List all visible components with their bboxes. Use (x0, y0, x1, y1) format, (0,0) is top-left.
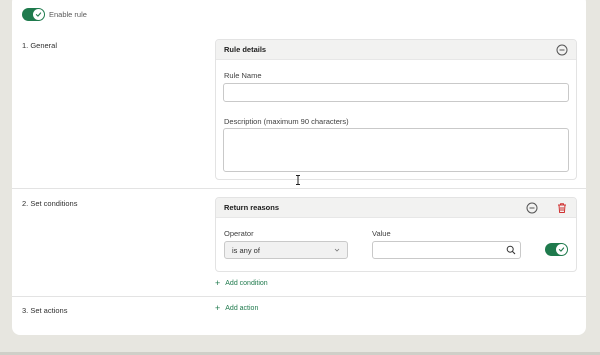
add-action-link[interactable]: + Add action (215, 304, 258, 313)
minus-circle-icon (556, 44, 568, 56)
value-label: Value (372, 229, 391, 238)
condition-toggle[interactable] (545, 243, 568, 256)
rule-name-label: Rule Name (224, 71, 262, 80)
toggle-knob (33, 9, 44, 20)
add-condition-label: Add condition (225, 280, 268, 287)
plus-icon: + (215, 278, 221, 288)
check-icon (558, 247, 565, 252)
condition-header: Return reasons (216, 198, 576, 218)
section-divider (12, 188, 586, 189)
value-search-input[interactable] (372, 241, 521, 259)
operator-value: is any of (232, 245, 260, 255)
description-label: Description (maximum 90 characters) (224, 117, 349, 126)
add-condition-link[interactable]: + Add condition (215, 279, 268, 288)
condition-title: Return reasons (224, 203, 280, 212)
check-icon (35, 12, 42, 17)
enable-rule-toggle[interactable] (22, 8, 45, 21)
enable-rule-label: Enable rule (49, 10, 87, 19)
section-divider (12, 296, 586, 297)
add-action-label: Add action (225, 305, 259, 312)
trash-icon (558, 203, 566, 213)
operator-select[interactable]: is any of (224, 241, 348, 259)
minus-circle-icon (526, 202, 538, 214)
delete-condition-button[interactable] (556, 202, 568, 214)
operator-label: Operator (224, 229, 254, 238)
section-general-label: 1. General (22, 41, 58, 50)
text-cursor-icon (296, 175, 300, 185)
section-actions-label: 3. Set actions (22, 306, 68, 315)
description-textarea[interactable] (223, 128, 569, 172)
plus-icon: + (215, 303, 221, 313)
chevron-down-icon (334, 248, 340, 252)
rule-details-title: Rule details (224, 45, 267, 54)
collapse-rule-details-button[interactable] (556, 44, 568, 56)
rule-details-panel: Rule details Rule Name Description (maxi… (215, 39, 577, 180)
collapse-condition-button[interactable] (526, 202, 538, 214)
rule-name-input[interactable] (223, 83, 569, 102)
search-icon (506, 245, 516, 255)
rule-details-header: Rule details (216, 40, 576, 60)
condition-panel: Return reasons Operator is any of Value (215, 197, 577, 272)
section-conditions-label: 2. Set conditions (22, 199, 78, 208)
toggle-knob (556, 244, 567, 255)
